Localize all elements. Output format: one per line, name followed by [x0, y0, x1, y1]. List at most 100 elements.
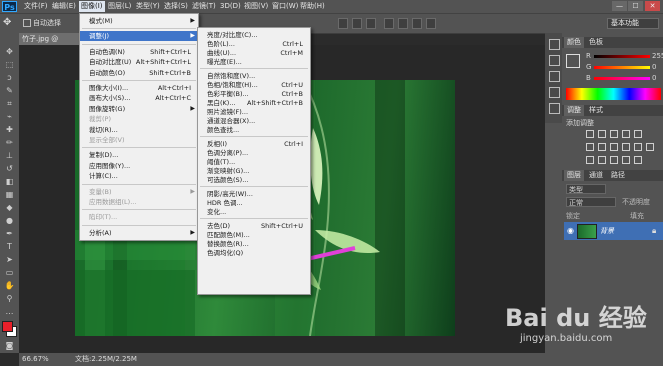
minimize-button[interactable]: —: [612, 1, 627, 11]
brightness-icon[interactable]: [586, 130, 594, 138]
menu-image[interactable]: 图像(I): [79, 1, 105, 12]
image-menu-item[interactable]: 自动色调(N) Shift+Ctrl+L: [80, 47, 198, 57]
image-menu-item[interactable]: 自动颜色(O) Shift+Ctrl+B: [80, 68, 198, 78]
blend-mode-select[interactable]: 正常: [566, 197, 616, 207]
menu-help[interactable]: 帮助(H): [298, 1, 327, 12]
align-icon[interactable]: [366, 18, 376, 29]
tab-swatches[interactable]: 色板: [586, 37, 606, 48]
tab-color[interactable]: 颜色: [564, 37, 584, 48]
photo-filter-icon[interactable]: [622, 143, 630, 151]
image-menu-item[interactable]: 模式(M) ▶: [80, 16, 198, 26]
document-tab[interactable]: 竹子.jpg @ 66.7%: [19, 33, 79, 55]
hue-saturation-icon[interactable]: [586, 143, 594, 151]
green-value[interactable]: 0: [652, 63, 656, 71]
actions-icon[interactable]: [549, 55, 560, 66]
adjust-menu-item[interactable]: 色调均化(Q): [198, 248, 310, 258]
move-tool-icon[interactable]: ✥: [3, 17, 17, 29]
menu-3d[interactable]: 3D(D): [218, 1, 243, 12]
more-tools-icon[interactable]: …: [3, 307, 16, 317]
clone-stamp-tool-icon[interactable]: ⊥: [3, 151, 16, 161]
layer-kind-filter[interactable]: 类型: [566, 184, 606, 194]
channel-mixer-icon[interactable]: [634, 143, 642, 151]
menu-window[interactable]: 窗口(W): [270, 1, 300, 12]
menu-filter[interactable]: 滤镜(T): [190, 1, 218, 12]
tab-styles[interactable]: 样式: [586, 105, 606, 116]
levels-icon[interactable]: [598, 130, 606, 138]
align-icon[interactable]: [352, 18, 362, 29]
tab-paths[interactable]: 路径: [608, 170, 628, 181]
layer-row-background[interactable]: ◉ 背景 🔒︎: [564, 222, 663, 240]
auto-select-checkbox[interactable]: [23, 19, 31, 27]
menu-type[interactable]: 类型(Y): [134, 1, 162, 12]
align-icon[interactable]: [338, 18, 348, 29]
layer-name[interactable]: 背景: [600, 226, 614, 236]
pen-tool-icon[interactable]: ✒: [3, 229, 16, 239]
green-slider[interactable]: [594, 66, 650, 69]
history-icon[interactable]: [549, 39, 560, 50]
color-balance-icon[interactable]: [598, 143, 606, 151]
blur-tool-icon[interactable]: ◆: [3, 203, 16, 213]
lasso-tool-icon[interactable]: ↄ: [3, 73, 16, 83]
quick-select-tool-icon[interactable]: ✎: [3, 86, 16, 96]
image-menu-item[interactable]: 裁切(R)...: [80, 125, 198, 135]
close-button[interactable]: ✕: [645, 1, 660, 11]
adjust-menu-item[interactable]: 颜色查找...: [198, 125, 310, 135]
blue-slider[interactable]: [594, 77, 650, 80]
3d-mode-icon[interactable]: [384, 18, 394, 29]
image-menu-item[interactable]: 复制(D)...: [80, 150, 198, 160]
gradient-map-icon[interactable]: [634, 156, 642, 164]
image-menu-item[interactable]: 分析(A) ▶: [80, 228, 198, 238]
dodge-tool-icon[interactable]: ●: [3, 216, 16, 226]
quick-mask-icon[interactable]: ◙: [3, 341, 16, 351]
workspace-select[interactable]: 基本功能: [607, 18, 659, 29]
menu-file[interactable]: 文件(F): [22, 1, 50, 12]
threshold-icon[interactable]: [610, 156, 618, 164]
marquee-tool-icon[interactable]: ⬚: [3, 60, 16, 70]
paragraph-icon[interactable]: [549, 103, 560, 114]
3d-mode-icon[interactable]: [426, 18, 436, 29]
tab-adjustments[interactable]: 调整: [564, 105, 584, 116]
healing-brush-tool-icon[interactable]: ✚: [3, 125, 16, 135]
color-lookup-icon[interactable]: [646, 143, 654, 151]
properties-icon[interactable]: [549, 71, 560, 82]
crop-tool-icon[interactable]: ⌗: [3, 99, 16, 109]
3d-mode-icon[interactable]: [412, 18, 422, 29]
color-spectrum[interactable]: [566, 88, 661, 100]
hand-tool-icon[interactable]: ✋: [3, 281, 16, 291]
menu-select[interactable]: 选择(S): [162, 1, 190, 12]
menu-layer[interactable]: 图层(L): [106, 1, 133, 12]
eyedropper-tool-icon[interactable]: ⌁: [3, 112, 16, 122]
image-menu-item[interactable]: 应用图像(Y)...: [80, 161, 198, 171]
visibility-eye-icon[interactable]: ◉: [567, 226, 574, 235]
foreground-color-swatch[interactable]: [2, 321, 13, 332]
vibrance-icon[interactable]: [634, 130, 642, 138]
image-menu-item[interactable]: 图像旋转(G) ▶: [80, 104, 198, 114]
foreground-color-swatch[interactable]: [566, 54, 580, 68]
exposure-icon[interactable]: [622, 130, 630, 138]
curves-icon[interactable]: [610, 130, 618, 138]
image-menu-item[interactable]: 调整(J) ▶: [80, 31, 198, 42]
brush-tool-icon[interactable]: ✏: [3, 138, 16, 148]
image-menu-item[interactable]: 计算(C)...: [80, 171, 198, 181]
adjust-menu-item[interactable]: 变化...: [198, 207, 310, 217]
history-brush-tool-icon[interactable]: ↺: [3, 164, 16, 174]
black-white-icon[interactable]: [610, 143, 618, 151]
adjust-menu-item[interactable]: 可选颜色(S)...: [198, 175, 310, 185]
zoom-tool-icon[interactable]: ⚲: [3, 294, 16, 304]
red-slider[interactable]: [594, 55, 650, 58]
shape-tool-icon[interactable]: ▭: [3, 268, 16, 278]
tab-layers[interactable]: 图层: [564, 170, 584, 181]
posterize-icon[interactable]: [598, 156, 606, 164]
type-tool-icon[interactable]: T: [3, 242, 16, 252]
invert-icon[interactable]: [586, 156, 594, 164]
adjust-menu-item[interactable]: 曝光度(E)...: [198, 57, 310, 67]
image-menu-item[interactable]: 图像大小(I)... Alt+Ctrl+I: [80, 83, 198, 93]
blue-value[interactable]: 0: [652, 74, 656, 82]
maximize-button[interactable]: ☐: [628, 1, 643, 11]
info-icon[interactable]: [549, 87, 560, 98]
3d-mode-icon[interactable]: [398, 18, 408, 29]
image-menu-item[interactable]: 自动对比度(U) Alt+Shift+Ctrl+L: [80, 57, 198, 67]
menu-edit[interactable]: 编辑(E): [50, 1, 78, 12]
gradient-tool-icon[interactable]: ▦: [3, 190, 16, 200]
tab-channels[interactable]: 通道: [586, 170, 606, 181]
